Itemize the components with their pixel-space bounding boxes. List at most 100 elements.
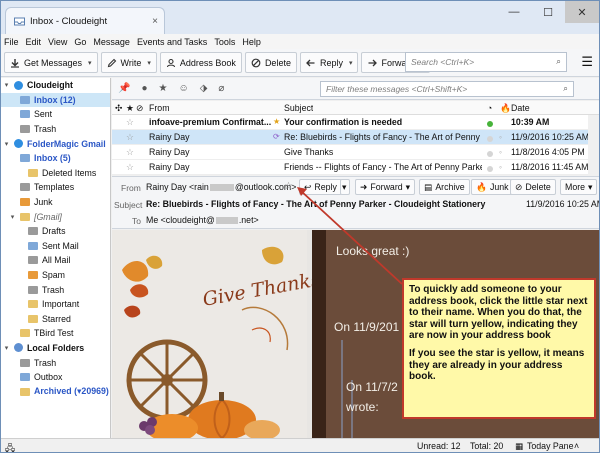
from-label: From xyxy=(121,183,141,193)
folder-item[interactable]: Starred xyxy=(1,312,110,327)
from-column-header[interactable]: From xyxy=(149,103,170,113)
minimize-button[interactable]: — xyxy=(497,1,531,23)
reply-button[interactable]: Reply ▾ xyxy=(299,52,359,73)
redacted-block xyxy=(215,217,238,225)
folder-item[interactable]: Spam xyxy=(1,268,110,283)
pin-icon[interactable]: 📌 xyxy=(118,83,130,94)
message-from: Rainy Day xyxy=(149,132,190,142)
message-row[interactable]: ☆ Rainy Day ⟳ Re: Bluebirds - Flights of Fa… xyxy=(112,130,599,145)
folder-item[interactable]: Templates xyxy=(1,180,110,195)
star-icon[interactable]: ☆ xyxy=(126,117,134,128)
folder-item[interactable]: ▾ FolderMagic Gmail xyxy=(1,136,110,151)
menu-view[interactable]: View xyxy=(48,37,67,47)
star-icon[interactable]: ☆ xyxy=(126,162,134,173)
header-archive-button[interactable]: ▤ Archive xyxy=(419,179,470,195)
folder-item[interactable]: Important xyxy=(1,297,110,312)
header-delete-button[interactable]: ⊘ Delete xyxy=(510,179,556,195)
folder-icon xyxy=(20,387,30,396)
read-status-icon[interactable] xyxy=(487,164,493,174)
header-forward-button[interactable]: ➜ Forward ▾ xyxy=(355,179,416,195)
folder-item[interactable]: Sent Mail xyxy=(1,239,110,254)
contact-filter-icon[interactable]: ☺ xyxy=(178,83,188,94)
read-status-icon[interactable] xyxy=(487,134,493,144)
search-input[interactable]: Search <Ctrl+K> ⌕ xyxy=(405,52,567,72)
menu-go[interactable]: Go xyxy=(74,37,86,47)
thread-column-icon[interactable]: ✣ xyxy=(115,103,122,114)
close-window-button[interactable]: ✕ xyxy=(565,1,599,23)
folder-item[interactable]: Trash xyxy=(1,282,110,297)
today-pane-icon[interactable]: ▦ xyxy=(515,441,523,452)
folder-item[interactable]: Junk xyxy=(1,195,110,210)
folder-item[interactable]: Inbox (5) xyxy=(1,151,110,166)
star-column-icon[interactable]: ★ xyxy=(126,103,134,114)
header-reply-dropdown[interactable]: ▾ xyxy=(340,179,350,195)
star-icon[interactable]: ☆ xyxy=(126,132,134,143)
folder-item[interactable]: Sent xyxy=(1,107,110,122)
message-date: 11/8/2016 4:05 PM xyxy=(511,147,585,157)
message-list-scrollbar[interactable] xyxy=(588,115,599,175)
quick-filter-bar: 📌 ● ★ ☺ ⬗ ⌀ Filter these messages <Ctrl+… xyxy=(112,78,599,100)
folder-item[interactable]: ▾ [Gmail] xyxy=(1,209,110,224)
header-more-button[interactable]: More ▾ xyxy=(560,179,598,195)
message-row[interactable]: ☆ infoave-premium Confirmat... ★ Your confi… xyxy=(112,115,599,130)
tab-inbox[interactable]: Inbox - Cloudeight × xyxy=(5,7,165,34)
junk-status-icon[interactable]: ◦ xyxy=(499,132,502,142)
starred-filter-icon[interactable]: ★ xyxy=(159,83,168,94)
tag-filter-icon[interactable]: ⬗ xyxy=(200,83,208,94)
delete-button[interactable]: Delete xyxy=(244,52,297,73)
unread-filter-icon[interactable]: ● xyxy=(141,83,147,94)
message-row[interactable]: ☆ Rainy Day Friends -- Flights of Fancy - … xyxy=(112,160,599,175)
attachment-filter-icon[interactable]: ⌀ xyxy=(218,83,224,94)
subject-column-header[interactable]: Subject xyxy=(284,103,313,113)
chevron-down-icon[interactable]: ▾ xyxy=(88,59,92,67)
folder-item[interactable]: ▾ Local Folders xyxy=(1,341,110,356)
expand-twisty-icon[interactable]: ▾ xyxy=(3,344,10,352)
attachment-column-icon[interactable]: ⊘ xyxy=(136,103,143,114)
today-pane-toggle[interactable]: Today Pane xyxy=(527,441,573,451)
get-messages-button[interactable]: Get Messages ▾ xyxy=(4,52,98,73)
date-column-header[interactable]: Date xyxy=(511,103,530,113)
folder-icon xyxy=(28,300,38,309)
menu-help[interactable]: Help xyxy=(242,37,261,47)
chevron-down-icon[interactable]: ▾ xyxy=(349,59,353,67)
header-reply-button[interactable]: ↩ Reply xyxy=(299,179,342,195)
junk-status-icon[interactable]: ◦ xyxy=(499,162,502,172)
expand-twisty-icon[interactable]: ▾ xyxy=(3,140,10,148)
folder-item[interactable]: Inbox (12) xyxy=(1,92,110,108)
filter-messages-input[interactable]: Filter these messages <Ctrl+Shift+K> ⌕ xyxy=(320,81,574,97)
folder-item[interactable]: Trash xyxy=(1,122,110,137)
expand-twisty-icon[interactable]: ▾ xyxy=(9,213,16,221)
message-row[interactable]: ☆ Rainy Day Give Thanks ◦ 11/8/2016 4:05 PM xyxy=(112,145,599,160)
menu-events-and-tasks[interactable]: Events and Tasks xyxy=(137,37,207,47)
menu-file[interactable]: File xyxy=(4,37,19,47)
header-junk-button[interactable]: 🔥 Junk xyxy=(471,179,514,195)
tab-close-icon[interactable]: × xyxy=(152,16,158,27)
chevron-up-icon[interactable]: ˄ xyxy=(574,441,579,451)
address-book-button[interactable]: Address Book xyxy=(159,52,242,73)
menu-edit[interactable]: Edit xyxy=(26,37,42,47)
read-status-icon[interactable] xyxy=(487,149,493,159)
chevron-down-icon[interactable]: ▾ xyxy=(147,59,151,67)
write-button[interactable]: Write ▾ xyxy=(100,52,157,73)
menu-message[interactable]: Message xyxy=(93,37,130,47)
folder-item[interactable]: Outbox xyxy=(1,370,110,385)
folder-label: All Mail xyxy=(42,255,71,266)
add-contact-star-icon[interactable]: ☆ xyxy=(284,181,293,192)
folder-item[interactable]: Trash xyxy=(1,355,110,370)
read-column-icon[interactable]: ◔ xyxy=(487,103,492,113)
junk-status-icon[interactable]: ◦ xyxy=(499,147,502,157)
maximize-button[interactable]: ☐ xyxy=(531,1,565,23)
expand-twisty-icon[interactable]: ▾ xyxy=(3,81,10,89)
folder-item[interactable]: ▾ Cloudeight xyxy=(1,78,110,93)
app-menu-icon[interactable]: ☰ xyxy=(581,54,593,70)
menu-tools[interactable]: Tools xyxy=(214,37,235,47)
junk-column-icon[interactable]: 🔥 xyxy=(500,103,511,114)
folder-item[interactable]: All Mail xyxy=(1,253,110,268)
read-status-icon[interactable] xyxy=(487,119,493,129)
folder-item[interactable]: Drafts xyxy=(1,224,110,239)
account-icon xyxy=(14,80,23,90)
folder-item[interactable]: TBird Test xyxy=(1,326,110,341)
folder-item[interactable]: Deleted Items xyxy=(1,166,110,181)
star-icon[interactable]: ☆ xyxy=(126,147,134,158)
folder-item[interactable]: Archived (▾20969) xyxy=(1,384,110,399)
